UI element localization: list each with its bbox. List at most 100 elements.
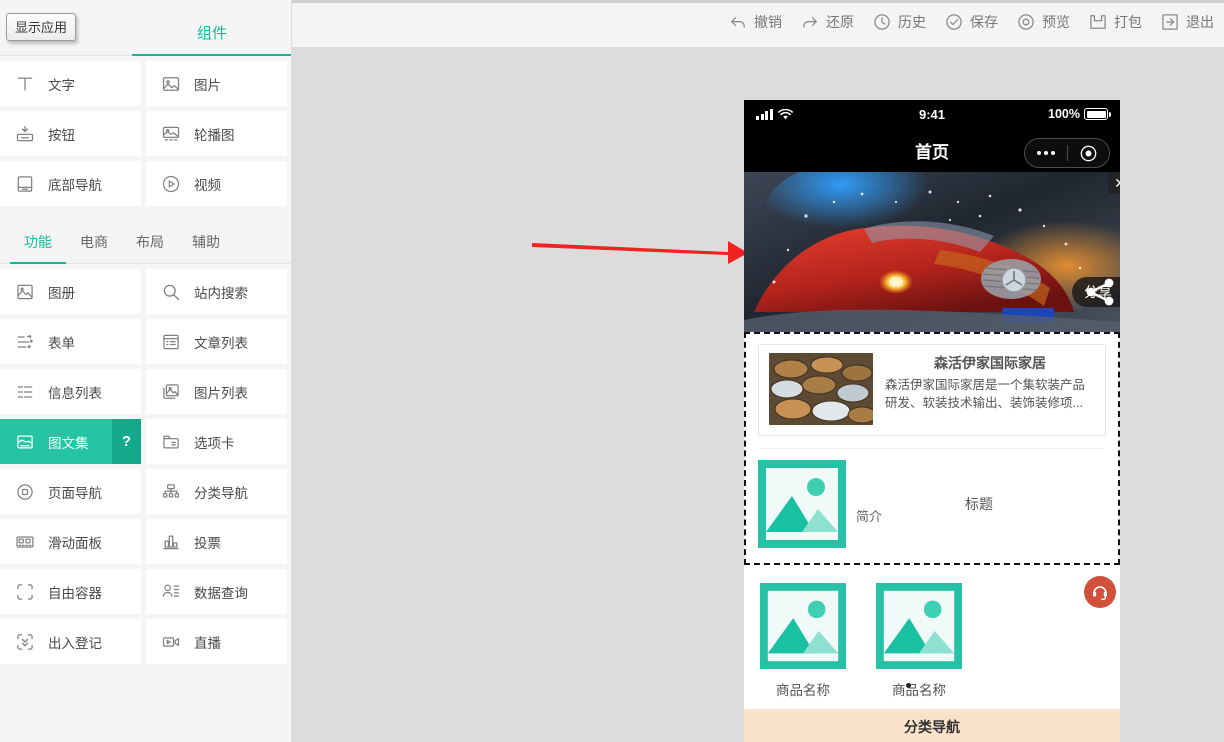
- component-item-轮播图[interactable]: 轮播图: [146, 111, 287, 156]
- toolbar-button-历史[interactable]: 历史: [872, 12, 926, 32]
- package-icon: [1088, 12, 1108, 32]
- image-placeholder-icon: [760, 583, 846, 669]
- goods-item-name: 商品名称: [892, 683, 946, 698]
- page-nav-icon: [14, 481, 36, 503]
- component-item-文字[interactable]: 文字: [0, 61, 141, 106]
- toolbar-button-label: 打包: [1114, 14, 1142, 30]
- toolbar-button-label: 保存: [970, 14, 998, 30]
- battery-full-icon: [1084, 108, 1111, 120]
- component-item-站内搜索[interactable]: 站内搜索: [146, 269, 287, 314]
- info-list-icon: [14, 381, 36, 403]
- component-item-label: 选项卡: [194, 435, 235, 451]
- save-check-icon: [944, 12, 964, 32]
- banner-close-icon[interactable]: ✕: [1108, 172, 1120, 194]
- category-tab-电商[interactable]: 电商: [66, 232, 122, 263]
- video-icon: [160, 173, 182, 195]
- component-help-badge[interactable]: ?: [112, 419, 141, 464]
- component-item-选项卡[interactable]: 选项卡: [146, 419, 287, 464]
- component-item-图片[interactable]: 图片: [146, 61, 287, 106]
- goods-item-0[interactable]: 商品名称: [760, 583, 846, 699]
- toolbar-button-还原[interactable]: 还原: [800, 12, 854, 32]
- banner-carousel[interactable]: ✕ 分享: [744, 172, 1120, 332]
- tab-components[interactable]: 组件: [132, 10, 291, 56]
- free-container-icon: [14, 581, 36, 603]
- image-placeholder-icon: [876, 583, 962, 669]
- image-list-icon: [160, 381, 182, 403]
- selected-component-imagetext[interactable]: 森活伊家国际家居 森活伊家国际家居是一个集软装产品研发、软装技术输出、装饰装修项…: [744, 332, 1120, 565]
- component-item-label: 轮播图: [194, 127, 235, 143]
- component-item-label: 图册: [48, 285, 75, 301]
- text-icon: [14, 73, 36, 95]
- status-bar-right: 100%: [1048, 107, 1111, 121]
- component-item-label: 站内搜索: [194, 285, 248, 301]
- toolbar-button-label: 还原: [826, 14, 854, 30]
- component-item-出入登记[interactable]: 出入登记: [0, 619, 141, 664]
- image-text-subtitle: 简介: [856, 508, 883, 524]
- component-item-页面导航[interactable]: 页面导航: [0, 469, 141, 514]
- history-clock-icon: [872, 12, 892, 32]
- goods-bullet: [906, 683, 911, 688]
- coins-image: [769, 353, 873, 425]
- show-app-button[interactable]: 显示应用: [6, 13, 77, 41]
- component-item-数据查询[interactable]: 数据查询: [146, 569, 287, 614]
- vote-icon: [160, 531, 182, 553]
- image-placeholder-icon[interactable]: [758, 460, 846, 548]
- component-item-label: 文章列表: [194, 335, 248, 351]
- component-item-label: 数据查询: [194, 585, 248, 601]
- component-item-底部导航[interactable]: 底部导航: [0, 161, 141, 206]
- news-card[interactable]: 森活伊家国际家居 森活伊家国际家居是一个集软装产品研发、软装技术输出、装饰装修项…: [758, 344, 1106, 436]
- toolbar-button-预览[interactable]: 预览: [1016, 12, 1070, 32]
- component-item-label: 图文集: [48, 435, 89, 451]
- toolbar-button-撤销[interactable]: 撤销: [728, 12, 782, 32]
- toolbar-button-退出[interactable]: 退出: [1160, 12, 1214, 32]
- bottom-nav-icon: [14, 173, 36, 195]
- image-text-row[interactable]: 简介 标题: [758, 449, 1106, 549]
- category-tab-功能[interactable]: 功能: [10, 232, 66, 264]
- component-item-图片列表[interactable]: 图片列表: [146, 369, 287, 414]
- preview-page-title: 首页: [915, 142, 949, 162]
- category-nav-label: 分类导航: [904, 719, 960, 735]
- component-item-滑动面板[interactable]: 滑动面板: [0, 519, 141, 564]
- component-item-label: 文字: [48, 77, 75, 93]
- news-desc: 森活伊家国际家居是一个集软装产品研发、软装技术输出、装饰装修项...: [885, 378, 1086, 410]
- share-button[interactable]: 分享: [1072, 277, 1120, 307]
- news-thumbnail: [769, 353, 873, 425]
- component-item-label: 表单: [48, 335, 75, 351]
- category-tab-布局[interactable]: 布局: [122, 232, 178, 263]
- battery-percent-label: 100%: [1048, 107, 1080, 121]
- more-dots-icon[interactable]: [1025, 151, 1067, 155]
- component-item-图册[interactable]: 图册: [0, 269, 141, 314]
- component-item-label: 出入登记: [48, 635, 102, 651]
- app-root: 撤销 还原 历史 保存 预览 打包 退出 组件 文字 图片 按钮 轮播图底部导航 视频 功能 电商 布局…: [0, 0, 1224, 742]
- article-list-icon: [160, 331, 182, 353]
- goods-item-name: 商品名称: [776, 683, 830, 698]
- category-nav-bar[interactable]: 分类导航: [744, 709, 1120, 742]
- customer-service-icon[interactable]: [1084, 576, 1116, 608]
- data-query-icon: [160, 581, 182, 603]
- toolbar-button-label: 预览: [1042, 14, 1070, 30]
- preview-eye-icon: [1016, 12, 1036, 32]
- component-item-表单[interactable]: 表单: [0, 319, 141, 364]
- category-tab-辅助[interactable]: 辅助: [178, 232, 234, 263]
- goods-list: 商品名称 商品名称: [744, 565, 1120, 709]
- component-item-直播[interactable]: 直播: [146, 619, 287, 664]
- toolbar-button-保存[interactable]: 保存: [944, 12, 998, 32]
- component-item-自由容器[interactable]: 自由容器: [0, 569, 141, 614]
- toolbar-button-label: 退出: [1186, 14, 1214, 30]
- carousel-icon: [160, 123, 182, 145]
- component-item-分类导航[interactable]: 分类导航: [146, 469, 287, 514]
- component-item-投票[interactable]: 投票: [146, 519, 287, 564]
- wechat-capsule[interactable]: [1024, 138, 1110, 168]
- image-icon: [160, 73, 182, 95]
- target-circle-icon[interactable]: [1068, 145, 1110, 162]
- component-item-视频[interactable]: 视频: [146, 161, 287, 206]
- phone-preview: 9:41 100% 首页 ✕ 分享 森活伊家国际家居 森活伊家国际家居是一个集软…: [744, 100, 1120, 742]
- component-item-图文集[interactable]: 图文集?: [0, 419, 141, 464]
- toolbar-button-打包[interactable]: 打包: [1088, 12, 1142, 32]
- component-item-信息列表[interactable]: 信息列表: [0, 369, 141, 414]
- component-item-文章列表[interactable]: 文章列表: [146, 319, 287, 364]
- component-item-按钮[interactable]: 按钮: [0, 111, 141, 156]
- goods-item-1[interactable]: 商品名称: [876, 583, 962, 699]
- category-nav-icon: [160, 481, 182, 503]
- slide-panel-icon: [14, 531, 36, 553]
